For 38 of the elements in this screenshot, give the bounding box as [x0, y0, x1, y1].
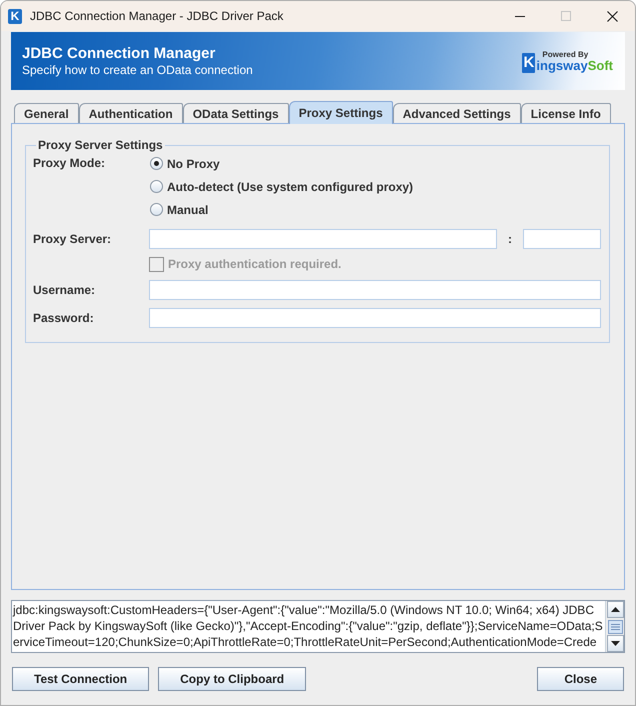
- tab[interactable]: Proxy Settings: [288, 101, 393, 124]
- logo-wordmark: Soft: [588, 58, 613, 72]
- app-icon: K: [8, 8, 22, 24]
- password-label: Password:: [33, 311, 95, 325]
- proxy-mode-label: Proxy Mode:: [33, 155, 106, 172]
- port-separator: :: [507, 232, 513, 246]
- header-subtitle: Specify how to create an OData connection: [22, 63, 253, 78]
- logo-tagline: Powered By: [542, 50, 590, 58]
- password-field[interactable]: [149, 308, 601, 328]
- tab[interactable]: Authentication: [78, 103, 183, 123]
- header-title: JDBC Connection Manager: [22, 44, 216, 63]
- tab[interactable]: License Info: [520, 103, 611, 123]
- radio-option[interactable]: Auto-detect (Use system configured proxy): [149, 175, 601, 198]
- tab[interactable]: Advanced Settings: [392, 103, 521, 123]
- logo-initial: K: [522, 52, 536, 72]
- maximize-icon: [561, 11, 571, 21]
- radio-option[interactable]: Manual: [149, 198, 601, 221]
- caret-down-icon: [610, 641, 620, 646]
- close-icon: [606, 10, 618, 22]
- action-button[interactable]: Test Connection: [12, 667, 150, 691]
- window-title: JDBC Connection Manager - JDBC Driver Pack: [30, 9, 284, 23]
- logo-wordmark: ingsway: [536, 58, 588, 72]
- scroll-down-button[interactable]: [606, 635, 624, 652]
- scroll-thumb[interactable]: [608, 620, 622, 634]
- proxy-port-field[interactable]: [523, 229, 601, 249]
- caret-up-icon: [610, 607, 620, 612]
- group-title: Proxy Server Settings: [37, 138, 164, 152]
- proxy-server-field[interactable]: [149, 229, 497, 249]
- username-field[interactable]: [149, 280, 601, 300]
- proxy-server-label: Proxy Server:: [33, 232, 112, 246]
- username-label: Username:: [33, 283, 96, 297]
- action-button[interactable]: Copy to Clipboard: [158, 667, 306, 691]
- radio-option[interactable]: No Proxy: [149, 152, 601, 175]
- connection-string-field[interactable]: jdbc:kingswaysoft:CustomHeaders={"User-Agent":{"value":"Mozilla/5.0 (Windows NT 10.0; Win64; x64) JDBC Driver Pack by KingswaySoft (like Gecko)"},"Accept-Encoding":{"value":"gzip, deflate"}};ServiceName=OData;S erviceTimeout=120;ChunkSize=0;ApiThrottleRate=0;ThrottleRateUnit=PerSecond;AuthenticationMode=Crede: [11, 600, 625, 653]
- tab[interactable]: General: [14, 103, 79, 123]
- action-button[interactable]: Close: [537, 667, 624, 691]
- tab[interactable]: OData Settings: [182, 103, 289, 123]
- scroll-up-button[interactable]: [606, 601, 624, 618]
